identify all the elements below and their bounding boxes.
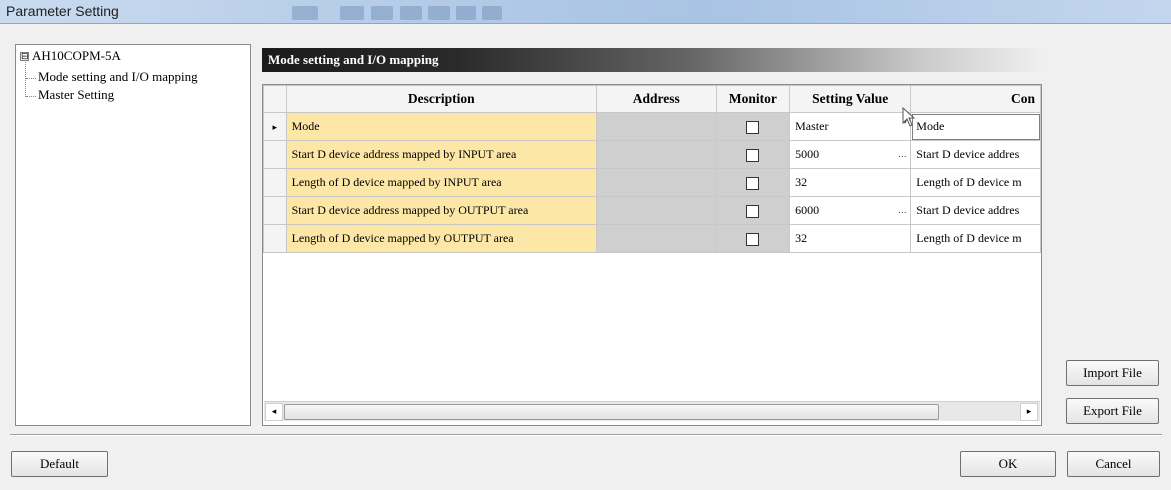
row-header[interactable]: ▸ (263, 112, 287, 141)
title-bar-decoration (371, 6, 393, 20)
row-header[interactable] (263, 140, 287, 169)
monitor-cell[interactable] (715, 224, 791, 253)
title-bar[interactable]: Parameter Setting (0, 0, 1171, 24)
ellipsis-button[interactable]: ... (895, 205, 909, 221)
column-header-monitor[interactable]: Monitor (715, 85, 791, 113)
address-cell (596, 224, 717, 253)
comment-cell[interactable]: Length of D device m (910, 224, 1041, 253)
setting-value-cell[interactable]: 5000 ... (789, 140, 912, 169)
address-cell (596, 168, 717, 197)
monitor-cell[interactable] (715, 140, 791, 169)
tree-item-mode-setting[interactable]: Mode setting and I/O mapping (38, 69, 198, 85)
separator (10, 434, 1162, 436)
description-cell[interactable]: Length of D device mapped by OUTPUT area (285, 224, 598, 253)
scroll-right-icon[interactable]: ▸ (1020, 403, 1038, 421)
title-bar-decoration (292, 6, 318, 20)
setting-value-cell[interactable]: 32 (789, 224, 912, 253)
row-header-corner (263, 85, 287, 113)
row-header[interactable] (263, 168, 287, 197)
title-bar-decoration (340, 6, 364, 20)
setting-value-text: Master (795, 119, 829, 133)
import-file-button[interactable]: Import File (1066, 360, 1159, 386)
title-bar-decoration (400, 6, 422, 20)
setting-value-text: 5000 (795, 147, 820, 161)
column-header-setting-value[interactable]: Setting Value (789, 85, 912, 113)
ellipsis-button[interactable]: ... (895, 149, 909, 165)
column-header-comment[interactable]: Con (910, 85, 1041, 113)
device-tree[interactable]: ⊟ AH10COPM-5A Mode setting and I/O mappin… (15, 44, 251, 426)
scrollbar-thumb[interactable] (284, 404, 939, 420)
row-pointer-icon: ▸ (272, 123, 278, 133)
description-cell[interactable]: Length of D device mapped by INPUT area (285, 168, 598, 197)
setting-value-cell[interactable]: Master ▾ (789, 112, 912, 141)
tree-connector (26, 96, 36, 97)
monitor-cell[interactable] (715, 112, 791, 141)
table-row[interactable]: Start D device address mapped by INPUT a… (263, 140, 1041, 169)
row-header[interactable] (263, 224, 287, 253)
scroll-left-icon[interactable]: ◂ (265, 403, 283, 421)
column-header-address[interactable]: Address (596, 85, 717, 113)
parameter-grid[interactable]: Description Address Monitor Setting Valu… (262, 84, 1042, 426)
section-header: Mode setting and I/O mapping (262, 48, 1044, 72)
monitor-checkbox[interactable] (746, 148, 760, 162)
description-cell[interactable]: Start D device address mapped by OUTPUT … (285, 196, 598, 225)
comment-cell[interactable]: Start D device addres (910, 140, 1041, 169)
address-cell (596, 140, 717, 169)
tree-root-label: AH10COPM-5A (32, 48, 121, 63)
comment-cell[interactable]: Start D device addres (910, 196, 1041, 225)
monitor-cell[interactable] (715, 168, 791, 197)
address-cell (596, 112, 717, 141)
cancel-button[interactable]: Cancel (1067, 451, 1160, 477)
table-row[interactable]: Length of D device mapped by OUTPUT area… (263, 224, 1041, 253)
setting-value-cell[interactable]: 6000 ... (789, 196, 912, 225)
setting-value-text: 32 (795, 231, 808, 245)
monitor-cell[interactable] (715, 196, 791, 225)
comment-cell[interactable]: Length of D device m (910, 168, 1041, 197)
description-cell[interactable]: Mode (285, 112, 598, 141)
tree-root-node[interactable]: ⊟ AH10COPM-5A (20, 48, 121, 64)
monitor-checkbox[interactable] (746, 232, 760, 246)
table-row[interactable]: Length of D device mapped by INPUT area … (263, 168, 1041, 197)
description-cell[interactable]: Start D device address mapped by INPUT a… (285, 140, 598, 169)
column-header-description[interactable]: Description (285, 85, 598, 113)
export-file-button[interactable]: Export File (1066, 398, 1159, 424)
comment-cell[interactable]: Mode (910, 112, 1041, 141)
title-bar-decoration (428, 6, 450, 20)
table-row[interactable]: Start D device address mapped by OUTPUT … (263, 196, 1041, 225)
monitor-checkbox[interactable] (746, 204, 760, 218)
monitor-checkbox[interactable] (746, 120, 760, 134)
tree-connector (26, 78, 36, 79)
grid-header-row: Description Address Monitor Setting Valu… (263, 85, 1041, 113)
monitor-checkbox[interactable] (746, 176, 760, 190)
title-bar-decoration (456, 6, 476, 20)
ok-button[interactable]: OK (960, 451, 1056, 477)
window-title: Parameter Setting (6, 3, 119, 19)
row-header[interactable] (263, 196, 287, 225)
address-cell (596, 196, 717, 225)
setting-value-text: 6000 (795, 203, 820, 217)
tree-item-master-setting[interactable]: Master Setting (38, 87, 114, 103)
title-bar-decoration (482, 6, 502, 20)
setting-value-text: 32 (795, 175, 808, 189)
mouse-cursor-icon (902, 107, 916, 127)
table-row[interactable]: ▸ Mode Master ▾ Mode (263, 112, 1041, 141)
setting-value-cell[interactable]: 32 (789, 168, 912, 197)
default-button[interactable]: Default (11, 451, 108, 477)
horizontal-scrollbar[interactable]: ◂ ▸ (264, 401, 1040, 421)
